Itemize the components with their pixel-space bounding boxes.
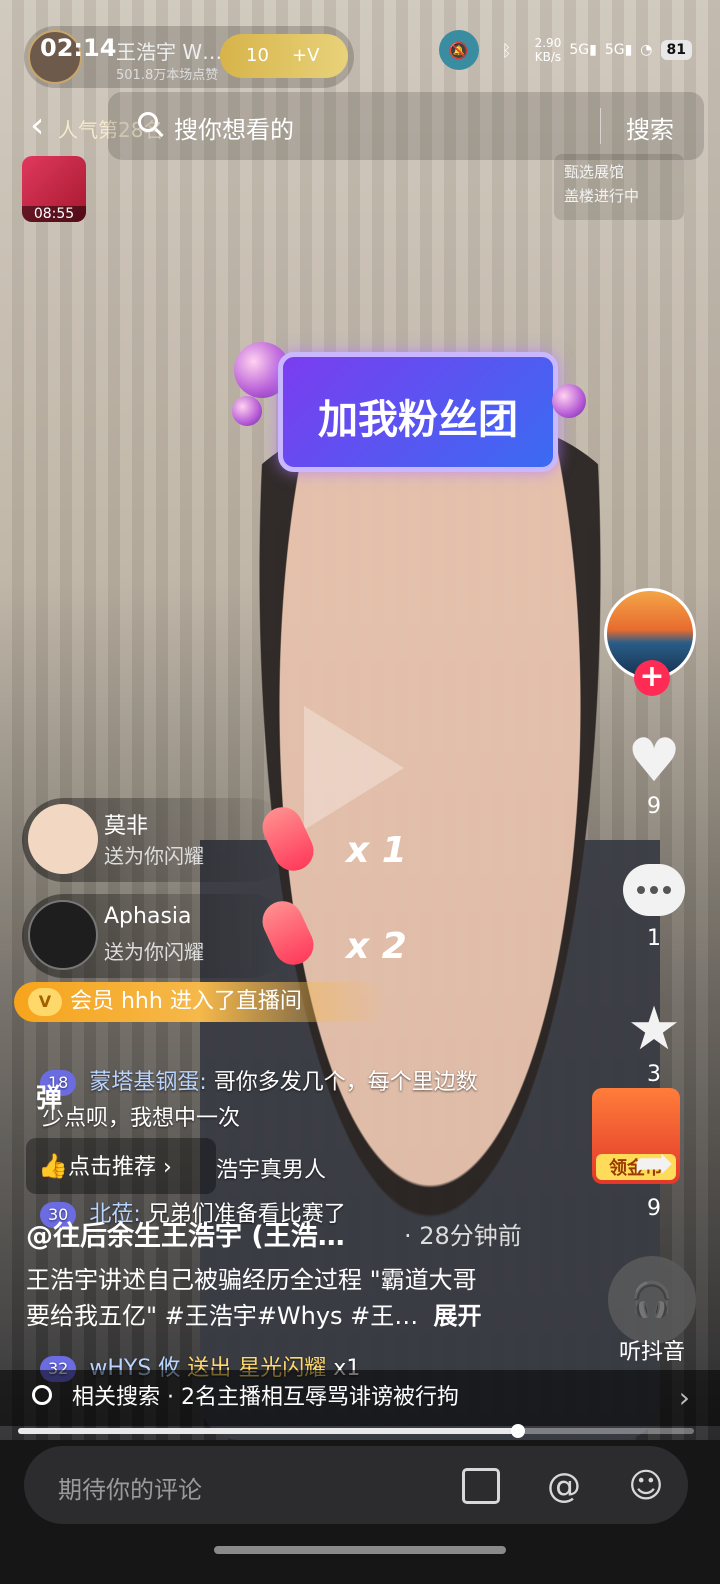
- gift-user-avatar[interactable]: [28, 900, 98, 970]
- follow-plus-icon[interactable]: +: [634, 660, 670, 696]
- image-icon[interactable]: [462, 1468, 500, 1504]
- gift-user-name: Aphasia: [104, 904, 192, 929]
- network-speed: 2.90 KB/s: [534, 36, 562, 64]
- desc-line-1: 王浩宇讲述自己被骗经历全过程 "霸道大哥: [26, 1266, 477, 1294]
- signal-icon-1: 5G▮: [569, 42, 597, 58]
- search-input[interactable]: 搜你想看的: [174, 110, 294, 145]
- comment-bubble-icon: [623, 864, 685, 916]
- share-arrow-icon: ➦: [633, 1135, 675, 1191]
- live-thumb-time: 08:55: [22, 206, 86, 222]
- related-search-bar[interactable]: 相关搜索 · 2名主播相互辱骂诽谤被行拘 ›: [0, 1370, 720, 1426]
- notice-line-2: 盖楼进行中: [564, 187, 640, 205]
- gift-multiplier: x 2: [346, 926, 407, 967]
- chat-user[interactable]: 蒙塔基钢蛋:: [89, 1070, 206, 1095]
- search-button[interactable]: 搜索: [626, 110, 674, 145]
- recommend-button[interactable]: 👍点击推荐 ›: [26, 1138, 216, 1194]
- star-icon: ★: [627, 994, 681, 1064]
- bottom-bar: 期待你的评论 @ ☺: [0, 1440, 720, 1584]
- progress-fill: [18, 1428, 519, 1434]
- post-time: · 28分钟前: [404, 1222, 522, 1250]
- emoji-icon[interactable]: ☺: [624, 1464, 668, 1508]
- join-fan-club-sticker[interactable]: 加我粉丝团: [278, 352, 558, 472]
- bluetooth-icon: ᛒ: [501, 40, 512, 60]
- post-description[interactable]: 王浩宇讲述自己被骗经历全过程 "霸道大哥 要给我五亿" #王浩宇#Whys #王…: [26, 1262, 586, 1334]
- expand-link[interactable]: 展开: [434, 1302, 482, 1330]
- home-indicator[interactable]: [214, 1546, 506, 1554]
- vip-entry-text: 会员 hhh 进入了直播间: [70, 989, 302, 1014]
- listen-label: 听抖音: [618, 1340, 685, 1365]
- add-v-icon: +V: [292, 45, 320, 66]
- danmu-toggle[interactable]: 弹: [36, 1078, 62, 1115]
- headphones-icon: 🎧: [608, 1256, 696, 1344]
- search-divider: [600, 108, 601, 144]
- related-search-text: 相关搜索 · 2名主播相互辱骂诽谤被行拘: [72, 1385, 459, 1410]
- vip-badge-icon: V: [28, 988, 62, 1016]
- signal-icon-2: 5G▮: [604, 42, 633, 58]
- thumbs-up-icon: 👍: [38, 1152, 68, 1180]
- bell-off-icon: 🔕: [438, 30, 479, 70]
- gift-user-avatar[interactable]: [28, 804, 98, 874]
- gift-notice-row: Aphasia 送为你闪耀: [22, 894, 292, 978]
- search-icon: [138, 112, 158, 132]
- disco-ball-small-icon: [232, 396, 262, 426]
- clock: 02:14: [40, 34, 117, 62]
- streamer-name: 王浩宇 W…: [116, 40, 223, 64]
- gift-action: 送为你闪耀: [104, 940, 204, 964]
- share-count: 9: [647, 1196, 661, 1221]
- gift-user-name: 莫非: [104, 814, 149, 839]
- recommend-label: 点击推荐: [68, 1155, 157, 1180]
- at-mention-icon[interactable]: @: [542, 1464, 586, 1508]
- disco-ball-right-icon: [552, 384, 586, 418]
- comment-button[interactable]: 1: [606, 864, 702, 951]
- favorite-button[interactable]: ★ 3: [606, 996, 702, 1087]
- gift-multiplier: x 1: [346, 830, 407, 871]
- favorite-count: 3: [647, 1062, 661, 1087]
- streamer-likes: 501.8万本场点赞: [116, 68, 219, 83]
- live-mini-thumbnail[interactable]: 08:55: [22, 156, 86, 222]
- like-button[interactable]: ♥ 9: [606, 728, 702, 819]
- search-icon: [32, 1385, 52, 1405]
- event-notice[interactable]: 甄选展馆 盖楼进行中: [554, 154, 684, 220]
- play-icon[interactable]: [304, 706, 404, 830]
- vip-entry-banner: V 会员 hhh 进入了直播间: [14, 982, 386, 1022]
- comment-input[interactable]: 期待你的评论 @ ☺: [24, 1446, 688, 1524]
- chat-message: 浩宇真男人: [216, 1158, 327, 1183]
- battery-indicator: 81: [660, 40, 692, 60]
- gift-notice-row: 莫非 送为你闪耀: [22, 798, 292, 882]
- status-bar: 王浩宇 W… 501.8万本场点赞 10 +V 02:14 🔕 ᛒ 2.90 K…: [0, 0, 720, 88]
- share-button[interactable]: ➦ 9: [606, 1130, 702, 1221]
- chevron-right-icon: ›: [678, 1381, 690, 1414]
- back-arrow-icon[interactable]: ‹: [30, 104, 44, 148]
- system-icons: 🔕 ᛒ 2.90 KB/s 5G▮ 5G▮ ◔ 81: [438, 30, 692, 70]
- fan-sticker-label: 加我粉丝团: [318, 397, 518, 443]
- video-progress-bar[interactable]: [18, 1424, 694, 1438]
- chat-text: 哥你多发几个，每个里边数: [213, 1070, 478, 1095]
- search-bar[interactable]: 搜你想看的 搜索: [108, 92, 704, 160]
- chat-message: 18 蒙塔基钢蛋: 哥你多发几个，每个里边数: [30, 1064, 478, 1096]
- wifi-icon: ◔: [640, 42, 653, 58]
- listen-douyin-button[interactable]: 🎧 听抖音: [606, 1256, 698, 1366]
- heart-icon: ♥: [627, 726, 681, 796]
- chat-message-cont: 少点呗，我想中一次: [42, 1106, 241, 1131]
- comment-placeholder: 期待你的评论: [58, 1476, 202, 1504]
- fan-level-number: 10: [246, 45, 269, 66]
- desc-line-2: 要给我五亿" #王浩宇#Whys #王…: [26, 1302, 419, 1330]
- fan-level-badge[interactable]: 10 +V: [220, 34, 348, 78]
- post-author[interactable]: @往后余生王浩宇 (王浩…: [26, 1214, 345, 1253]
- notice-line-1: 甄选展馆: [564, 163, 625, 181]
- like-count: 9: [647, 794, 661, 819]
- comment-count: 1: [647, 926, 661, 951]
- gift-action: 送为你闪耀: [104, 844, 204, 868]
